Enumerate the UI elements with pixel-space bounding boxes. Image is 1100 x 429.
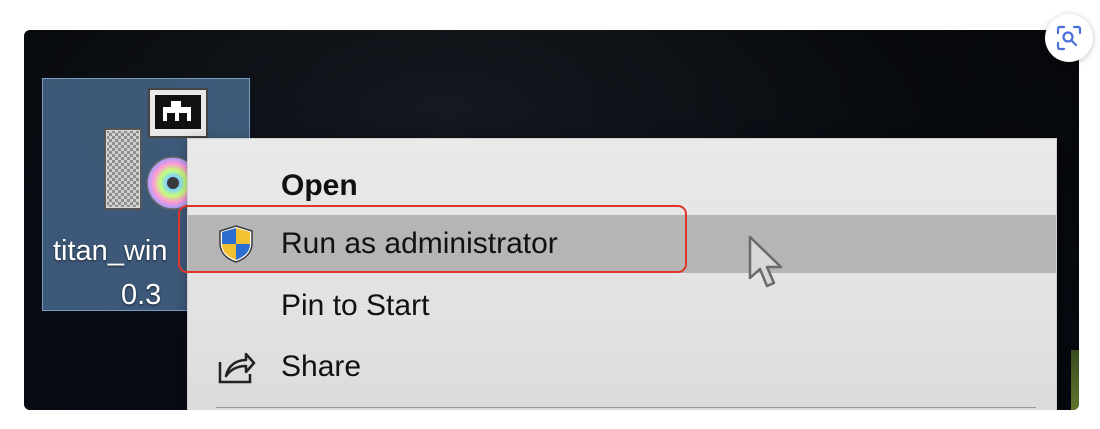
annotation-highlight-box: [178, 205, 687, 273]
context-menu: Open Run as administrator Pin to Start S…: [187, 138, 1057, 410]
visual-search-icon: [1056, 25, 1082, 51]
menu-item-share[interactable]: Share: [188, 338, 1056, 396]
menu-item-open-label: Open: [281, 169, 358, 202]
share-icon: [216, 347, 256, 387]
screenshot-frame: titan_win 0.3 Open Run as administrator …: [0, 0, 1100, 429]
background-glow: [1071, 350, 1079, 410]
menu-separator: [216, 407, 1036, 408]
menu-item-pin-to-start[interactable]: Pin to Start: [188, 277, 1056, 335]
mouse-pointer-icon: [748, 235, 783, 288]
menu-item-share-label: Share: [281, 350, 362, 383]
visual-search-button[interactable]: [1045, 14, 1093, 62]
menu-item-pin-to-start-label: Pin to Start: [281, 289, 430, 322]
